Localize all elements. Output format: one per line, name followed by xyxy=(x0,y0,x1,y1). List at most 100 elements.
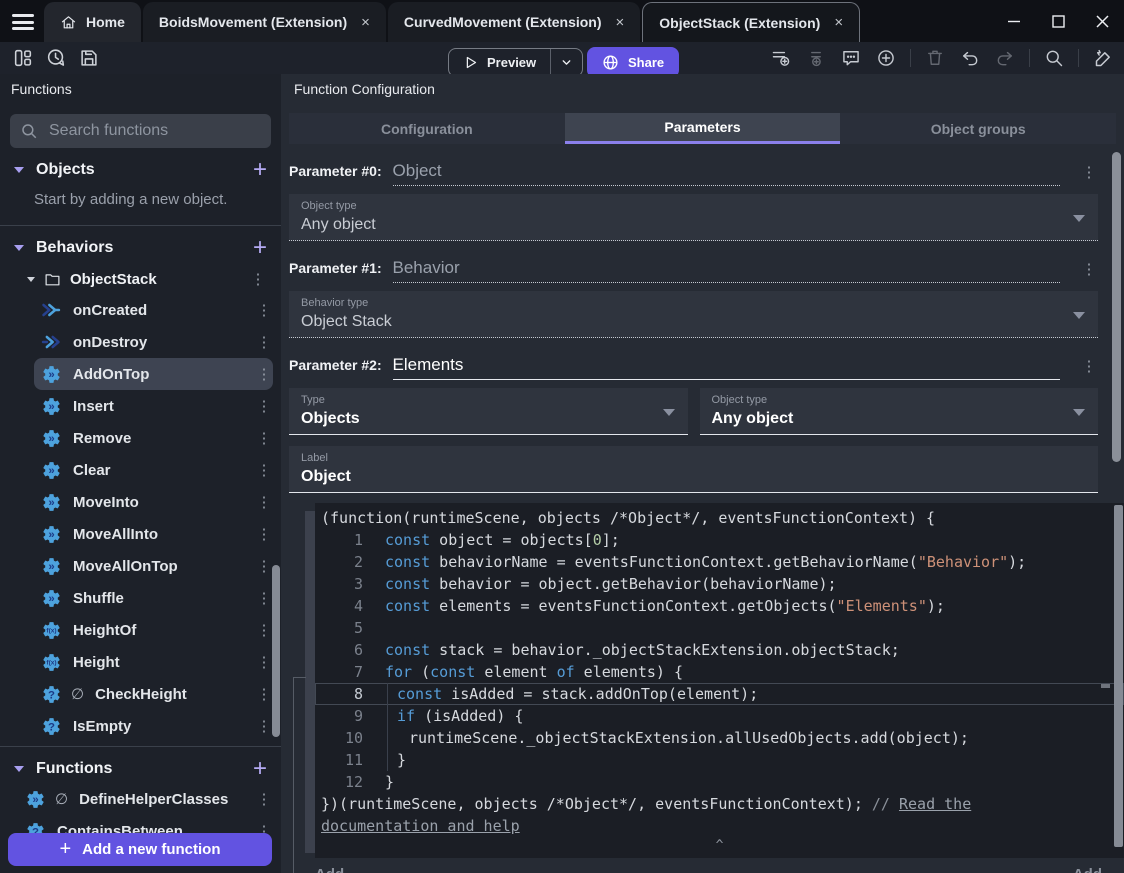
code-editor[interactable]: (function(runtimeScene, objects /*Object… xyxy=(315,503,1124,858)
section-header-objects[interactable]: Objects + xyxy=(0,156,281,184)
add-function-button[interactable]: + Add a new function xyxy=(8,833,272,866)
code-token: const xyxy=(385,597,431,615)
kebab-menu-icon[interactable]: ⋮ xyxy=(255,365,273,383)
tab-parameters[interactable]: Parameters xyxy=(564,113,841,144)
clipped-add-button-left[interactable]: Add xyxy=(315,866,344,873)
add-subevent-icon[interactable] xyxy=(805,47,827,69)
menu-icon[interactable] xyxy=(12,14,34,30)
function-item-remove[interactable]: » Remove ⋮ xyxy=(34,422,273,454)
tab-configuration[interactable]: Configuration xyxy=(289,113,565,144)
panel-title: Function Configuration xyxy=(294,81,435,97)
collapse-code-icon[interactable]: ^ xyxy=(716,835,724,857)
parameter-name-input[interactable]: Behavior xyxy=(392,258,1060,283)
function-item-shuffle[interactable]: » Shuffle ⋮ xyxy=(34,582,273,614)
search-box[interactable] xyxy=(10,114,271,148)
kebab-menu-icon[interactable]: ⋮ xyxy=(255,333,273,351)
function-item-ondestroy[interactable]: onDestroy ⋮ xyxy=(34,326,273,358)
kebab-menu-icon[interactable]: ⋮ xyxy=(255,790,273,808)
function-item-oncreated[interactable]: onCreated ⋮ xyxy=(34,294,273,326)
minimize-button[interactable] xyxy=(992,0,1036,42)
kebab-menu-icon[interactable]: ⋮ xyxy=(1080,163,1098,186)
preview-options-chevron-icon[interactable] xyxy=(551,56,582,69)
tab-object-groups[interactable]: Object groups xyxy=(840,113,1116,144)
search-input[interactable] xyxy=(47,121,261,141)
line-number: 7 xyxy=(353,663,363,681)
add-icon[interactable]: + xyxy=(247,236,273,260)
maximize-button[interactable] xyxy=(1036,0,1080,42)
clipped-add-button-right[interactable]: Add xyxy=(1073,866,1102,873)
kebab-menu-icon[interactable]: ⋮ xyxy=(1080,260,1098,283)
function-name: Height xyxy=(73,653,120,671)
kebab-menu-icon[interactable]: ⋮ xyxy=(255,461,273,479)
kebab-menu-icon[interactable]: ⋮ xyxy=(255,301,273,319)
close-tab-icon[interactable]: × xyxy=(616,14,625,31)
function-item-isempty[interactable]: ? IsEmpty ⋮ xyxy=(34,710,273,742)
editor-scrollbar-thumb[interactable] xyxy=(1114,505,1123,847)
kebab-menu-icon[interactable]: ⋮ xyxy=(255,525,273,543)
folder-icon xyxy=(44,271,61,288)
undo-icon[interactable] xyxy=(959,47,981,69)
close-tab-icon[interactable]: × xyxy=(361,14,370,31)
function-item-insert[interactable]: » Insert ⋮ xyxy=(34,390,273,422)
add-icon[interactable]: + xyxy=(247,757,273,781)
field-label: Label xyxy=(301,452,328,464)
behavior-group-objectstack[interactable]: ObjectStack ⋮ xyxy=(0,264,281,294)
sidebar-scrollbar-thumb[interactable] xyxy=(272,565,280,737)
kebab-menu-icon[interactable]: ⋮ xyxy=(255,685,273,703)
preview-button[interactable]: Preview xyxy=(448,48,584,77)
add-comment-icon[interactable] xyxy=(840,47,862,69)
field-object-type[interactable]: Object type Any object xyxy=(289,194,1098,241)
tab-objectstack-extension[interactable]: ObjectStack (Extension) × xyxy=(642,2,861,42)
function-item-heightof[interactable]: f(x) HeightOf ⋮ xyxy=(34,614,273,646)
close-tab-icon[interactable]: × xyxy=(834,14,843,31)
field-behavior-type[interactable]: Behavior type Object Stack xyxy=(289,291,1098,338)
panel-scrollbar-thumb[interactable] xyxy=(1112,152,1121,462)
function-item-definehelperclasses[interactable]: » ∅ DefineHelperClasses ⋮ xyxy=(18,783,273,815)
tab-boidsmovement-extension[interactable]: BoidsMovement (Extension) × xyxy=(142,2,386,42)
add-event-icon[interactable] xyxy=(770,47,792,69)
kebab-menu-icon[interactable]: ⋮ xyxy=(255,493,273,511)
kebab-menu-icon[interactable]: ⋮ xyxy=(1080,357,1098,380)
function-item-height[interactable]: f(x) Height ⋮ xyxy=(34,646,273,678)
add-icon[interactable]: + xyxy=(247,158,273,182)
edit-extension-icon[interactable] xyxy=(1092,47,1114,69)
close-window-button[interactable] xyxy=(1080,0,1124,42)
trash-icon[interactable] xyxy=(924,47,946,69)
action-icon: » xyxy=(40,396,62,417)
kebab-menu-icon[interactable]: ⋮ xyxy=(255,557,273,575)
section-header-behaviors[interactable]: Behaviors + xyxy=(0,234,281,262)
kebab-menu-icon[interactable]: ⋮ xyxy=(255,621,273,639)
function-item-moveinto[interactable]: » MoveInto ⋮ xyxy=(34,486,273,518)
save-icon[interactable] xyxy=(78,47,100,69)
kebab-menu-icon[interactable]: ⋮ xyxy=(255,397,273,415)
function-item-moveallontop[interactable]: » MoveAllOnTop ⋮ xyxy=(34,550,273,582)
kebab-menu-icon[interactable]: ⋮ xyxy=(255,717,273,735)
function-item-addontop[interactable]: » AddOnTop ⋮ xyxy=(34,358,273,390)
function-item-clear[interactable]: » Clear ⋮ xyxy=(34,454,273,486)
clipped-bottom-buttons: Add Add xyxy=(315,866,1102,873)
add-circle-icon[interactable] xyxy=(875,47,897,69)
field-object-type[interactable]: Object type Any object xyxy=(699,388,1098,435)
event-drag-handle[interactable] xyxy=(305,511,315,853)
kebab-menu-icon[interactable]: ⋮ xyxy=(255,589,273,607)
kebab-menu-icon[interactable]: ⋮ xyxy=(249,270,267,288)
field-type[interactable]: Type Objects xyxy=(289,388,688,435)
function-item-checkheight[interactable]: ? ∅ CheckHeight ⋮ xyxy=(34,678,273,710)
redo-icon[interactable] xyxy=(994,47,1016,69)
tab-curvedmovement-extension[interactable]: CurvedMovement (Extension) × xyxy=(387,2,641,42)
function-item-moveallinto[interactable]: » MoveAllInto ⋮ xyxy=(34,518,273,550)
documentation-link[interactable]: Read the xyxy=(899,795,971,813)
svg-text:»: » xyxy=(48,369,54,381)
line-number: 8 xyxy=(353,685,363,703)
search-icon[interactable] xyxy=(1043,47,1065,69)
layout-icon[interactable] xyxy=(12,47,34,69)
field-label[interactable]: Label Object xyxy=(289,446,1098,493)
documentation-link[interactable]: documentation and help xyxy=(321,817,520,835)
kebab-menu-icon[interactable]: ⋮ xyxy=(255,653,273,671)
parameter-name-input[interactable]: Elements xyxy=(392,355,1060,380)
section-header-functions[interactable]: Functions + xyxy=(0,755,281,783)
tab-home[interactable]: Home xyxy=(44,2,141,42)
kebab-menu-icon[interactable]: ⋮ xyxy=(255,429,273,447)
parameter-name-input[interactable]: Object xyxy=(392,161,1060,186)
history-icon[interactable] xyxy=(45,47,67,69)
